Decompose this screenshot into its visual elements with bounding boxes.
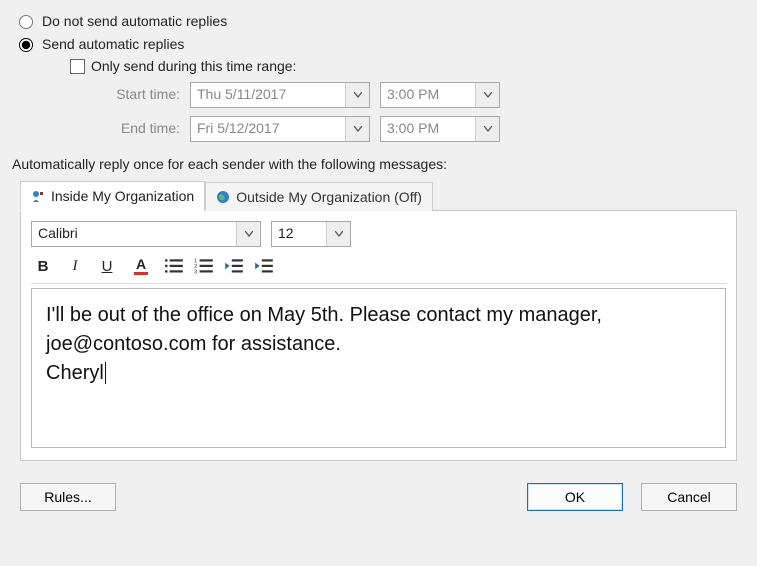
editor-panel: Calibri 12 B I U A 123 I'll be out of th… [20,210,737,461]
message-textarea[interactable]: I'll be out of the office on May 5th. Pl… [31,288,726,448]
dialog-button-row: Rules... OK Cancel [12,483,745,511]
font-color-letter: A [136,257,146,271]
time-range-label: Only send during this time range: [91,58,296,74]
tab-outside-organization[interactable]: Outside My Organization (Off) [205,182,433,211]
font-row: Calibri 12 [31,221,726,247]
end-time-label: End time: [80,116,180,142]
gap [623,483,641,511]
message-line: Cheryl [46,359,711,388]
start-date-combo[interactable]: Thu 5/11/2017 [190,82,370,108]
bold-button[interactable]: B [31,255,55,277]
user-home-icon [31,189,45,203]
text-cursor [105,362,106,384]
font-size-value: 12 [272,222,326,246]
numbered-list-button[interactable]: 123 [193,256,215,276]
radio-do-not-send-label: Do not send automatic replies [42,13,227,29]
time-range-checkbox[interactable] [70,59,85,74]
radio-do-not-send[interactable]: Do not send automatic replies [14,12,745,29]
cancel-button[interactable]: Cancel [641,483,737,511]
spacer [116,483,527,511]
instruction-text: Automatically reply once for each sender… [12,156,745,172]
ok-button[interactable]: OK [527,483,623,511]
radio-send-label: Send automatic replies [42,36,184,52]
tab-outside-label: Outside My Organization (Off) [236,189,422,205]
font-name-value: Calibri [32,222,236,246]
editor-toolbar: B I U A 123 [31,253,726,284]
chevron-down-icon[interactable] [236,222,260,246]
message-signature-text: Cheryl [46,362,104,384]
start-time-label: Start time: [80,82,180,108]
globe-icon [216,190,230,204]
font-name-combo[interactable]: Calibri [31,221,261,247]
radio-send-input[interactable] [19,38,33,52]
tabs: Inside My Organization Outside My Organi… [20,180,745,210]
decrease-indent-button[interactable] [223,256,245,276]
end-date-value: Fri 5/12/2017 [191,117,345,141]
time-range-grid: Start time: Thu 5/11/2017 3:00 PM End ti… [80,82,745,142]
rules-button[interactable]: Rules... [20,483,116,511]
svg-text:3: 3 [194,270,197,276]
start-date-value: Thu 5/11/2017 [191,83,345,107]
radio-send[interactable]: Send automatic replies [14,35,745,52]
end-time-combo[interactable]: 3:00 PM [380,116,500,142]
tab-inside-organization[interactable]: Inside My Organization [20,181,205,211]
time-range-check-row[interactable]: Only send during this time range: [70,58,745,74]
message-line: joe@contoso.com for assistance. [46,330,711,359]
italic-button[interactable]: I [63,255,87,277]
bulleted-list-button[interactable] [163,256,185,276]
increase-indent-button[interactable] [253,256,275,276]
chevron-down-icon[interactable] [345,83,369,107]
radio-do-not-send-input[interactable] [19,15,33,29]
message-line: I'll be out of the office on May 5th. Pl… [46,301,711,330]
underline-button[interactable]: U [95,255,119,277]
chevron-down-icon[interactable] [326,222,350,246]
font-size-combo[interactable]: 12 [271,221,351,247]
start-time-value: 3:00 PM [381,83,475,107]
chevron-down-icon[interactable] [475,83,499,107]
font-color-bar [134,272,148,275]
start-time-combo[interactable]: 3:00 PM [380,82,500,108]
font-color-button[interactable]: A [127,255,155,277]
tab-inside-label: Inside My Organization [51,188,194,204]
end-date-combo[interactable]: Fri 5/12/2017 [190,116,370,142]
chevron-down-icon[interactable] [345,117,369,141]
end-time-value: 3:00 PM [381,117,475,141]
chevron-down-icon[interactable] [475,117,499,141]
